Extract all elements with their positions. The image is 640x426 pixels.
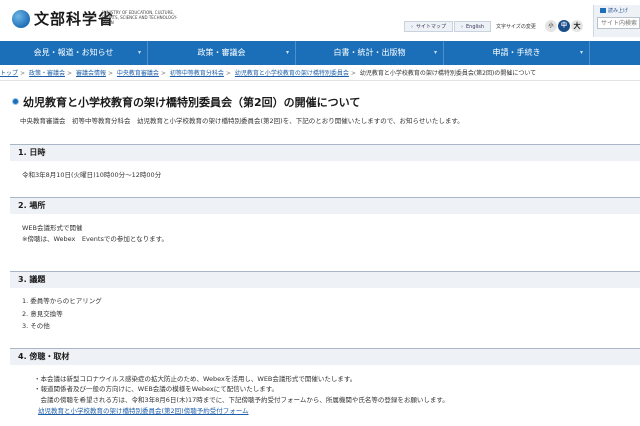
- site-logo-subtitle: MINISTRY OF EDUCATION, CULTURE, SPORTS, …: [102, 10, 178, 25]
- font-size-large-button[interactable]: 大: [571, 20, 583, 32]
- chevron-down-icon: ▾: [137, 49, 141, 56]
- mext-logo-icon[interactable]: [12, 10, 30, 28]
- chevron-down-icon: ▾: [433, 49, 437, 56]
- breadcrumb-link[interactable]: 審議会情報: [76, 70, 106, 77]
- english-label: English: [466, 24, 485, 30]
- intro-text: 中央教育審議会 初等中等教育分科会 幼児教育と小学校教育の架け橋特別委員会(第2…: [20, 117, 464, 125]
- breadcrumb-separator: >: [350, 70, 356, 77]
- read-aloud-link[interactable]: 読み上げ: [600, 7, 628, 14]
- nav-item-press[interactable]: 会見・報道・お知らせ ▾: [0, 41, 148, 65]
- nav-item-policy[interactable]: 政策・審議会 ▾: [148, 41, 296, 65]
- breadcrumb-link[interactable]: 中央教育審議会: [117, 70, 159, 77]
- venue-text: WEB会議形式で開催: [22, 224, 83, 232]
- sitemap-button[interactable]: › サイトマップ: [404, 21, 454, 32]
- read-aloud-label: 読み上げ: [608, 8, 629, 14]
- breadcrumb-link[interactable]: 幼児教育と小学校教育の架け橋特別委員会: [235, 70, 349, 77]
- global-nav: 会見・報道・お知らせ ▾ 政策・審議会 ▾ 白書・統計・出版物 ▾ 申請・手続き ▾: [0, 41, 640, 65]
- observation-text: 会議の傍聴を希望される方は、令和3年8月6日(木)17時までに、下記傍聴予約受付…: [34, 396, 449, 404]
- observation-text: ・報道関係者及び一般の方向けに、WEB会議の模様をWebexにて配信いたします。: [34, 385, 279, 393]
- font-size-small-button[interactable]: 小: [545, 20, 557, 32]
- section-heading-datetime: 1. 日時: [10, 144, 640, 161]
- nav-item-label: 会見・報道・お知らせ: [33, 48, 114, 57]
- breadcrumb-separator: >: [20, 70, 26, 77]
- breadcrumb-separator: >: [160, 70, 166, 77]
- font-size-medium-button[interactable]: 中: [558, 20, 570, 32]
- sitemap-label: サイトマップ: [416, 24, 447, 30]
- nav-item-more[interactable]: [590, 41, 640, 65]
- arrow-right-icon: ›: [461, 24, 463, 30]
- section-heading-agenda: 3. 議題: [10, 271, 640, 288]
- breadcrumb: トップ > 政策・審議会 > 審議会情報 > 中央教育審議会 > 初等中等教育分科会 > …: [0, 67, 640, 81]
- breadcrumb-link[interactable]: 初等中等教育分科会: [170, 70, 224, 77]
- page-title-text: 幼児教育と小学校教育の架け橋特別委員会（第2回）の開催について: [23, 96, 361, 109]
- nav-item-application[interactable]: 申請・手続き ▾: [444, 41, 590, 65]
- section-heading-venue: 2. 場所: [10, 197, 640, 214]
- english-button[interactable]: › English: [454, 21, 492, 32]
- breadcrumb-current: 幼児教育と小学校教育の架け橋特別委員会(第2回)の開催について: [359, 70, 537, 77]
- reservation-form-link[interactable]: 幼児教育と小学校教育の架け橋特別委員会(第2回)傍聴予約受付フォーム: [38, 407, 249, 415]
- page-title: 幼児教育と小学校教育の架け橋特別委員会（第2回）の開催について: [12, 94, 360, 110]
- site-header: 文部科学省 MINISTRY OF EDUCATION, CULTURE, SP…: [0, 0, 640, 41]
- section-heading-observation: 4. 傍聴・取材: [10, 348, 640, 365]
- venue-note: ※傍聴は、Webex Eventsでの参加となります。: [22, 235, 169, 243]
- breadcrumb-separator: >: [107, 70, 113, 77]
- nav-item-label: 白書・統計・出版物: [333, 48, 406, 57]
- breadcrumb-link[interactable]: トップ: [0, 70, 18, 77]
- font-size-label: 文字サイズの変更: [496, 24, 536, 30]
- nav-item-label: 政策・審議会: [197, 48, 246, 57]
- datetime-text: 令和3年8月10日(火曜日)10時00分～12時00分: [22, 171, 162, 179]
- speaker-icon: [600, 8, 606, 13]
- arrow-right-icon: ›: [411, 24, 413, 30]
- observation-form-text: 幼児教育と小学校教育の架け橋特別委員会(第2回)傍聴予約受付フォーム: [38, 406, 249, 416]
- breadcrumb-link[interactable]: 政策・審議会: [29, 70, 65, 77]
- agenda-item: 2. 意見交換等: [22, 310, 63, 318]
- chevron-down-icon: ▾: [285, 49, 289, 56]
- agenda-item: 3. その他: [22, 322, 50, 330]
- nav-item-whitepaper[interactable]: 白書・統計・出版物 ▾: [296, 41, 444, 65]
- agenda-item: 1. 委員等からのヒアリング: [22, 297, 102, 305]
- breadcrumb-separator: >: [225, 70, 231, 77]
- title-bullet-icon: [12, 98, 19, 105]
- chevron-down-icon: ▾: [579, 49, 583, 56]
- breadcrumb-separator: >: [66, 70, 73, 77]
- site-search-input[interactable]: [597, 17, 640, 29]
- observation-text: ・本会議は新型コロナウイルス感染症の拡大防止のため、Webexを活用し、WEB会…: [34, 375, 357, 383]
- nav-item-label: 申請・手続き: [492, 48, 541, 57]
